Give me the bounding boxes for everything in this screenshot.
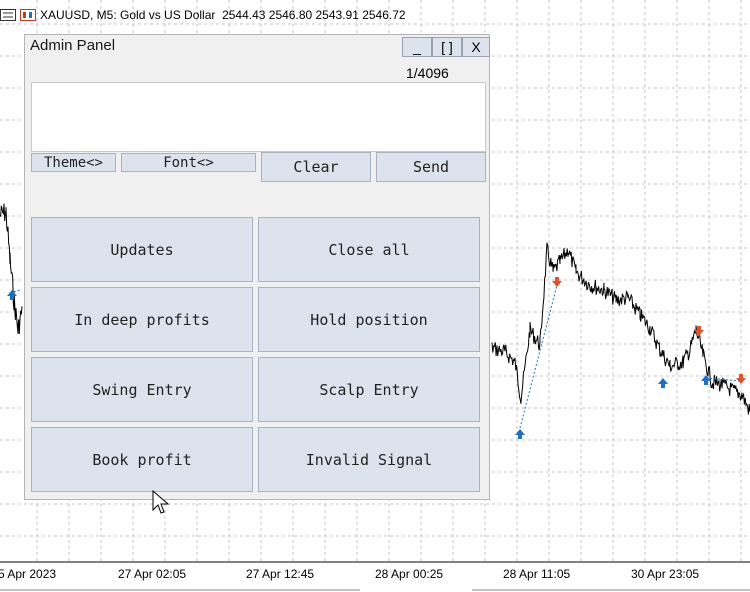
quick-message-book-profit-button[interactable]: Book profit [31, 427, 253, 492]
sell-arrow-icon [552, 277, 562, 287]
x-axis-label: 28 Apr 11:05 [503, 567, 571, 581]
admin-panel: Admin Panel _ [ ] X 1/4096 Theme<> Font<… [24, 34, 490, 500]
quick-message-scalp-entry-button[interactable]: Scalp Entry [258, 357, 480, 422]
quick-message-updates-button[interactable]: Updates [31, 217, 253, 282]
send-button[interactable]: Send [376, 152, 486, 182]
clear-button[interactable]: Clear [261, 152, 371, 182]
chart-header: XAUUSD, M5: Gold vs US Dollar 2544.43 25… [0, 4, 406, 26]
close-button[interactable]: X [462, 37, 490, 57]
x-axis-label: 27 Apr 02:05 [118, 567, 187, 581]
buy-arrow-icon [515, 429, 525, 439]
quick-message-invalid-signal-button[interactable]: Invalid Signal [258, 427, 480, 492]
chart-prices: 2544.43 2546.80 2543.91 2546.72 [222, 8, 406, 22]
chart-symbol-icon [20, 9, 36, 21]
x-axis-label: 27 Apr 12:45 [246, 567, 315, 581]
buy-arrow-icon [658, 378, 668, 388]
char-counter: 1/4096 [406, 65, 449, 81]
quick-message-close-all-button[interactable]: Close all [258, 217, 480, 282]
maximize-button[interactable]: [ ] [432, 37, 462, 57]
quick-message-in-deep-profits-button[interactable]: In deep profits [31, 287, 253, 352]
chart-list-icon[interactable] [0, 9, 16, 21]
price-series-right [491, 242, 750, 415]
theme-toggle-button[interactable]: Theme<> [31, 153, 116, 172]
quick-message-hold-position-button[interactable]: Hold position [258, 287, 480, 352]
mouse-cursor-icon [152, 490, 170, 514]
minimize-button[interactable]: _ [402, 37, 432, 57]
x-axis-label: 5 Apr 2023 [0, 567, 57, 581]
chart-symbol: XAUUSD, M5: [40, 8, 117, 22]
x-axis-label: 30 Apr 23:05 [631, 567, 700, 581]
price-series-left [0, 203, 23, 335]
chart-description: Gold vs US Dollar [120, 8, 216, 22]
quick-message-swing-entry-button[interactable]: Swing Entry [31, 357, 253, 422]
x-axis-label: 28 Apr 00:25 [375, 567, 444, 581]
font-toggle-button[interactable]: Font<> [121, 153, 256, 172]
message-input[interactable] [31, 82, 486, 152]
panel-title: Admin Panel [30, 37, 116, 54]
